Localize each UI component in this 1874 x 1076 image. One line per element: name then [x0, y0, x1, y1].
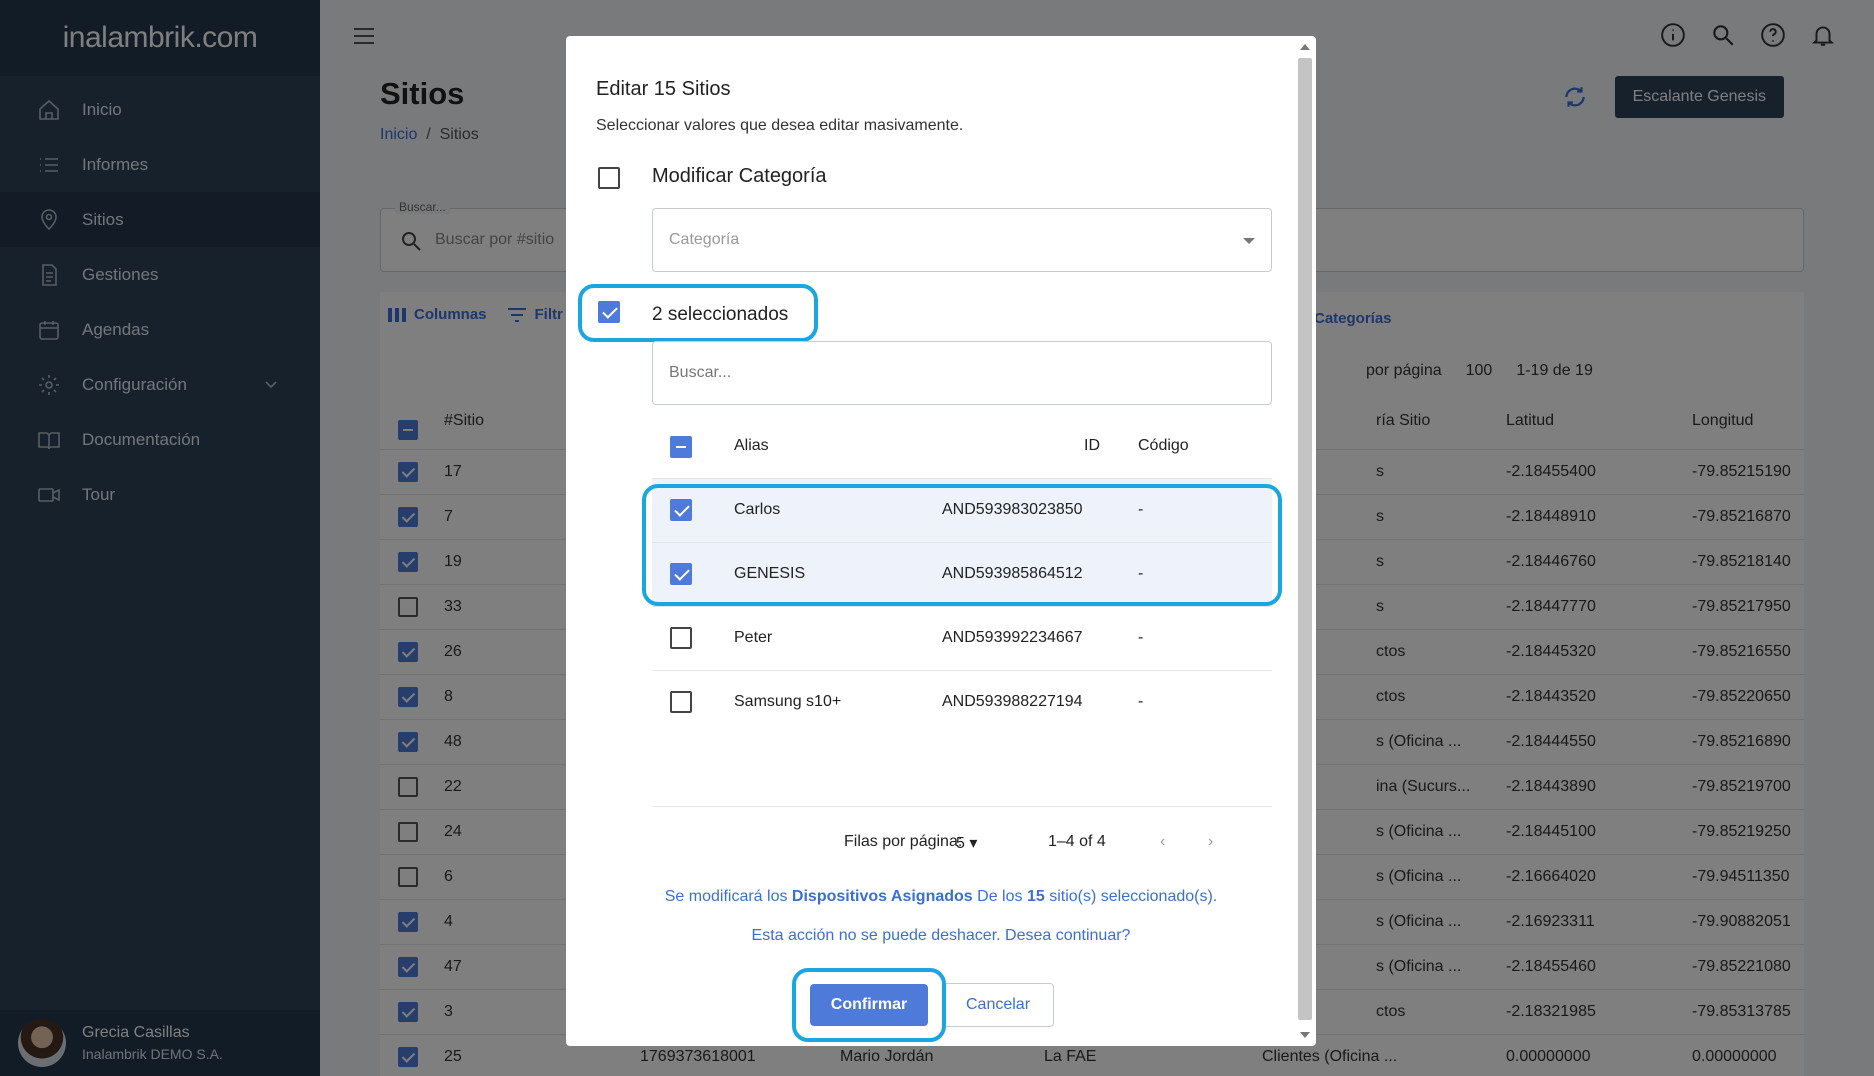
column-header-alias[interactable]: Alias [734, 437, 769, 455]
modal-subtitle: Seleccionar valores que desea editar mas… [596, 117, 964, 134]
modify-category-label: Modificar Categoría [652, 165, 827, 187]
devices-rows-per-page-select[interactable]: 5 ▾ [956, 833, 977, 853]
device-id: AND593992234667 [942, 629, 1083, 646]
prev-page-icon[interactable]: ‹ [1160, 833, 1165, 851]
chevron-down-icon [1243, 238, 1255, 244]
device-row[interactable]: Carlos AND593983023850 - [652, 478, 1272, 542]
devices-grid-header: Alias ID Código [652, 416, 1272, 478]
device-row-checkbox[interactable] [670, 691, 692, 713]
warning-note: Esta acción no se puede deshacer. Desea … [751, 927, 1131, 944]
modal-title: Editar 15 Sitios [596, 78, 731, 100]
device-id: AND593985864512 [942, 565, 1083, 582]
confirm-button[interactable]: Confirmar [810, 984, 928, 1026]
device-alias: Carlos [734, 501, 781, 518]
device-alias: GENESIS [734, 565, 806, 582]
device-row-checkbox[interactable] [670, 627, 692, 649]
devices-pagination: Filas por página: 5 ▾ 1–4 of 4 ‹ › [652, 806, 1272, 872]
device-row[interactable]: Peter AND593992234667 - [652, 606, 1272, 670]
devices-grid: Alias ID Código Carlos AND593983023850- GE… [652, 416, 1272, 876]
device-alias: Peter [734, 629, 773, 646]
device-row[interactable]: Samsung s10+ AND593988227194 - [652, 670, 1272, 734]
devices-search-input[interactable]: Buscar... [652, 341, 1272, 405]
column-header-id[interactable]: ID [1084, 437, 1100, 455]
cancel-button[interactable]: Cancelar [942, 983, 1054, 1027]
device-code: - [1138, 565, 1144, 582]
modification-note: Se modificará los Dispositivos Asignados… [664, 888, 1218, 905]
device-row-checkbox[interactable] [670, 563, 692, 585]
device-row[interactable]: GENESIS AND593985864512 - [652, 542, 1272, 606]
next-page-icon[interactable]: › [1208, 833, 1213, 851]
selected-count-label: 2 seleccionados [652, 304, 789, 325]
device-alias: Samsung s10+ [734, 693, 842, 710]
edit-sites-modal: Editar 15 Sitios Seleccionar valores que… [566, 36, 1316, 1046]
device-code: - [1138, 501, 1144, 518]
device-code: - [1138, 629, 1144, 646]
category-select[interactable]: Categoría [652, 208, 1272, 272]
device-id: AND593983023850 [942, 501, 1083, 518]
column-header-codigo[interactable]: Código [1138, 437, 1189, 455]
modify-category-checkbox[interactable] [598, 167, 620, 189]
device-code: - [1138, 693, 1144, 710]
devices-selected-checkbox[interactable] [598, 301, 620, 323]
devices-select-all-checkbox[interactable] [670, 436, 692, 458]
device-id: AND593988227194 [942, 693, 1083, 710]
device-row-checkbox[interactable] [670, 499, 692, 521]
